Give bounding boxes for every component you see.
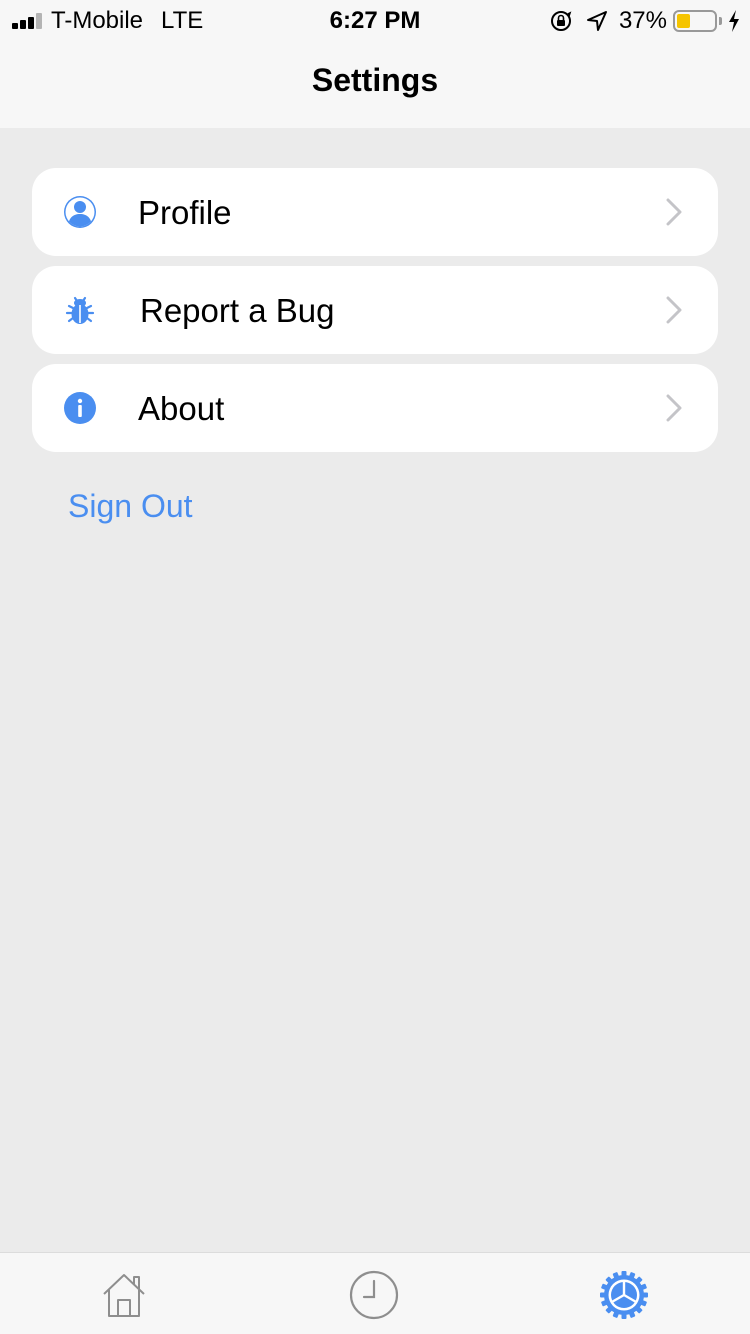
home-icon[interactable] [98,1269,150,1321]
chevron-right-icon [666,198,682,226]
report-bug-row[interactable]: Report a Bug [32,266,718,354]
battery-percent: 37% [618,7,667,34]
page-title: Settings [311,62,439,98]
about-label: About [138,390,225,427]
sign-out-button[interactable]: Sign Out [68,487,193,525]
chevron-right-icon [666,394,682,422]
about-row[interactable]: About [32,364,718,452]
chevron-right-icon [666,296,682,324]
user-icon [64,196,96,228]
charging-bolt-icon [729,10,739,32]
orientation-lock-icon [550,11,572,31]
tab-bar [0,1252,750,1334]
location-arrow-icon [586,11,607,31]
battery-tip [719,17,722,25]
clock-icon[interactable] [348,1269,400,1321]
profile-label: Profile [138,194,232,231]
info-icon [64,392,96,424]
header: T-Mobile LTE 6:27 PM 37% Settings [0,0,750,128]
settings-screen: T-Mobile LTE 6:27 PM 37% Settings Profil… [0,0,750,1334]
profile-row[interactable]: Profile [32,168,718,256]
battery-level [677,14,690,28]
report-bug-label: Report a Bug [140,292,335,329]
bug-icon [65,296,95,324]
status-right: 37% [549,7,740,35]
gear-icon[interactable] [598,1269,650,1321]
status-bar: T-Mobile LTE 6:27 PM 37% [0,0,750,40]
battery-icon [673,10,717,32]
